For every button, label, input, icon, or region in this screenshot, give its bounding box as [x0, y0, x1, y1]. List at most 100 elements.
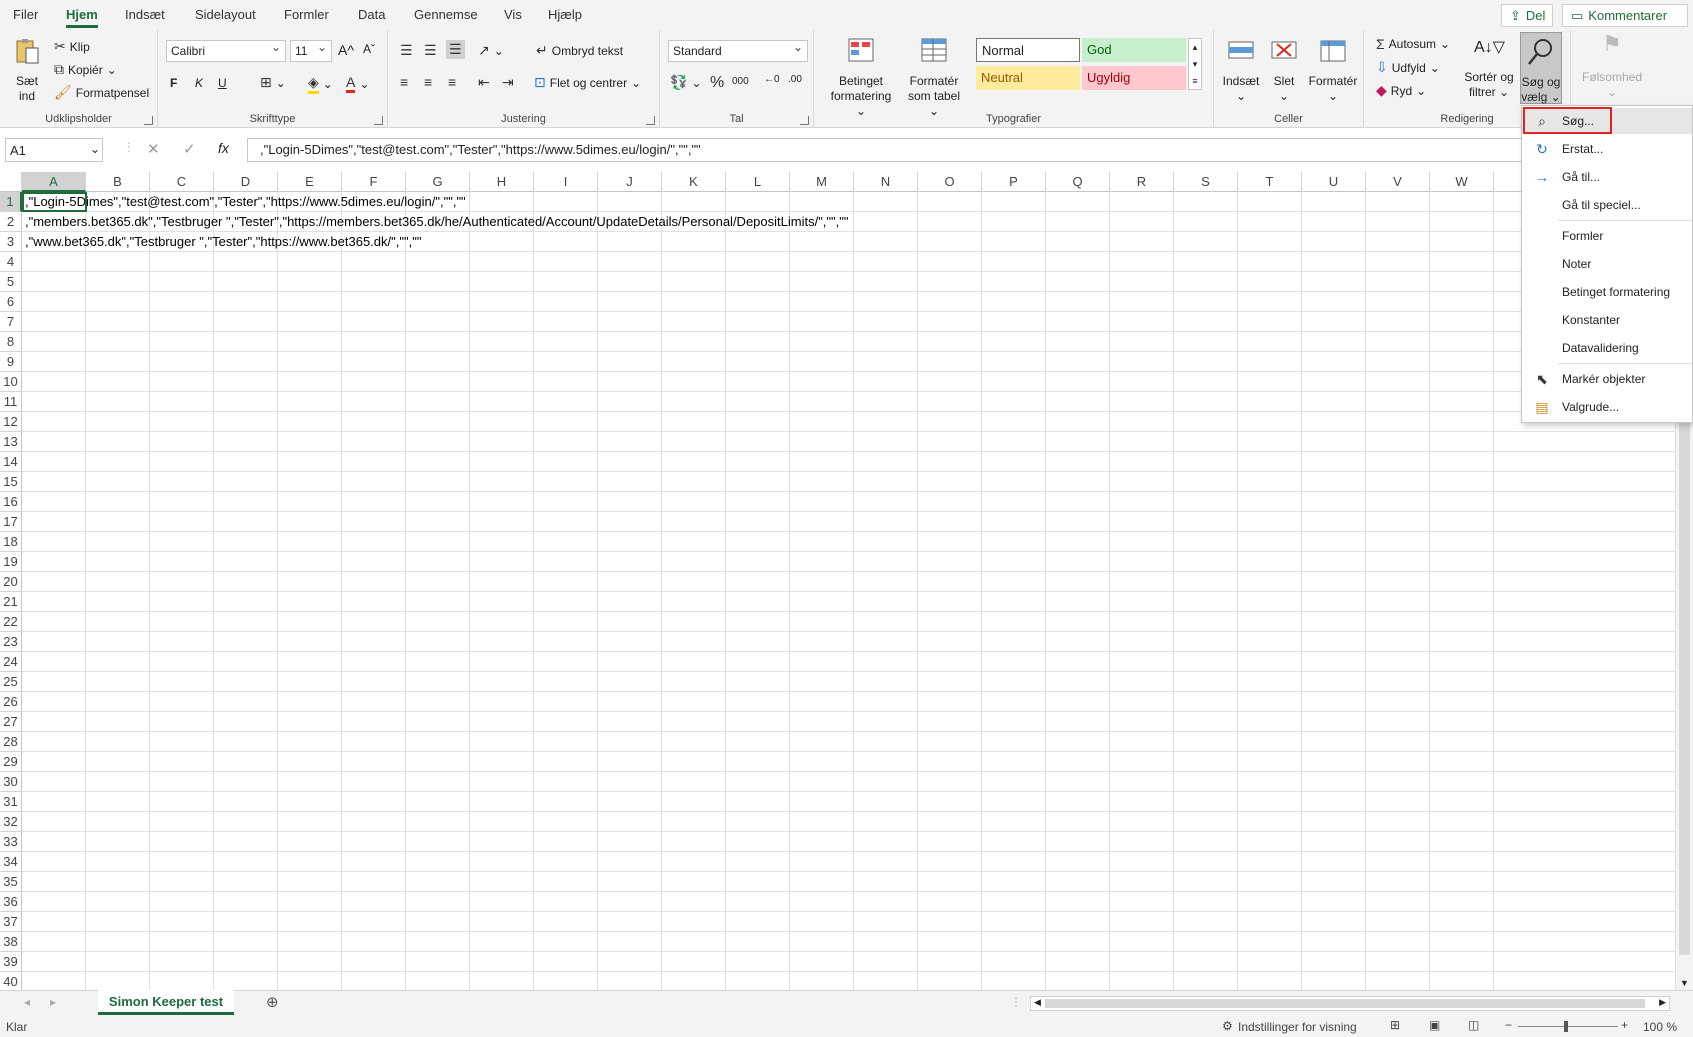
grow-font-button[interactable]: A^ [338, 42, 354, 58]
row-header-3[interactable]: 3 [0, 232, 22, 252]
menu-item-notes[interactable]: Noter [1522, 251, 1692, 277]
font-size-select[interactable]: 11 [290, 40, 332, 62]
row-header-22[interactable]: 22 [0, 612, 22, 632]
add-sheet-icon[interactable]: ⊕ [266, 993, 279, 1011]
italic-button[interactable]: K [195, 76, 203, 90]
style-normal[interactable]: Normal [976, 38, 1080, 62]
underline-button[interactable]: U [218, 76, 227, 90]
decrease-decimal-button[interactable]: .00 [788, 74, 802, 85]
column-header-s[interactable]: S [1174, 172, 1238, 192]
scroll-right-icon[interactable]: ▶ [1659, 997, 1666, 1008]
row-header-9[interactable]: 9 [0, 352, 22, 372]
column-header-h[interactable]: H [470, 172, 534, 192]
insert-cells-button[interactable]: Indsæt ⌄ [1220, 36, 1262, 104]
column-header-u[interactable]: U [1302, 172, 1366, 192]
font-launcher-icon[interactable] [374, 116, 383, 125]
style-bad[interactable]: Ugyldig [1082, 66, 1186, 90]
clipboard-launcher-icon[interactable] [144, 116, 153, 125]
normal-view-icon[interactable]: ⊞ [1390, 1018, 1400, 1032]
column-header-r[interactable]: R [1110, 172, 1174, 192]
vertical-scrollbar[interactable]: ▼ [1675, 410, 1693, 990]
styles-scroll[interactable]: ▴ ▾ ≡ [1188, 38, 1202, 90]
select-all-corner[interactable] [0, 172, 22, 192]
increase-indent-button[interactable]: ⇥ [502, 74, 514, 91]
align-middle-button[interactable]: ☰ [424, 42, 437, 59]
spreadsheet-grid[interactable]: ABCDEFGHIJKLMNOPQRSTUVW ,"Login-5Dimes",… [0, 172, 1675, 990]
row-header-6[interactable]: 6 [0, 292, 22, 312]
number-launcher-icon[interactable] [800, 116, 809, 125]
column-header-l[interactable]: L [726, 172, 790, 192]
row-header-29[interactable]: 29 [0, 752, 22, 772]
find-select-button[interactable]: Søg og vælg ⌄ [1520, 32, 1562, 104]
alignment-launcher-icon[interactable] [646, 116, 655, 125]
name-box[interactable]: A1 [5, 138, 103, 162]
row-header-24[interactable]: 24 [0, 652, 22, 672]
column-header-v[interactable]: V [1366, 172, 1430, 192]
cancel-icon[interactable]: ✕ [147, 140, 160, 158]
tab-hjaelp[interactable]: Hjælp [548, 7, 582, 22]
scroll-left-icon[interactable]: ◀ [1034, 997, 1041, 1008]
row-header-14[interactable]: 14 [0, 452, 22, 472]
column-header-n[interactable]: N [854, 172, 918, 192]
scroll-down-icon[interactable]: ▼ [1680, 978, 1689, 988]
align-right-button[interactable]: ≡ [448, 74, 456, 90]
tab-hjem[interactable]: Hjem [66, 7, 98, 28]
comments-button[interactable]: ▭ Kommentarer [1562, 4, 1688, 27]
sort-filter-button[interactable]: A↓▽ Sortér og filtrer ⌄ [1464, 36, 1514, 100]
row-header-19[interactable]: 19 [0, 552, 22, 572]
column-header-k[interactable]: K [662, 172, 726, 192]
column-header-d[interactable]: D [214, 172, 278, 192]
column-header-q[interactable]: Q [1046, 172, 1110, 192]
row-header-28[interactable]: 28 [0, 732, 22, 752]
tab-sidelayout[interactable]: Sidelayout [195, 7, 256, 22]
row-header-13[interactable]: 13 [0, 432, 22, 452]
horizontal-scroll-thumb[interactable] [1045, 999, 1645, 1008]
column-header-g[interactable]: G [406, 172, 470, 192]
orientation-button[interactable]: ↗ ⌄ [478, 42, 504, 59]
row-header-39[interactable]: 39 [0, 952, 22, 972]
share-button[interactable]: ⇪ Del [1501, 4, 1553, 27]
row-header-18[interactable]: 18 [0, 532, 22, 552]
row-header-5[interactable]: 5 [0, 272, 22, 292]
row-header-12[interactable]: 12 [0, 412, 22, 432]
copy-button[interactable]: ⧉ Kopiér ⌄ [54, 61, 117, 78]
tab-vis[interactable]: Vis [504, 7, 522, 22]
cell-a1[interactable]: ,"Login-5Dimes","test@test.com","Tester"… [25, 194, 466, 209]
row-header-7[interactable]: 7 [0, 312, 22, 332]
cut-button[interactable]: ✂ Klip [54, 38, 90, 55]
border-button[interactable]: ⊞ ⌄ [260, 74, 286, 91]
font-name-select[interactable]: Calibri [166, 40, 286, 62]
row-header-1[interactable]: 1 [0, 192, 22, 212]
menu-item-conditional-formatting[interactable]: Betinget formatering [1522, 279, 1692, 305]
align-top-button[interactable]: ☰ [400, 42, 413, 59]
column-header-p[interactable]: P [982, 172, 1046, 192]
row-header-10[interactable]: 10 [0, 372, 22, 392]
row-header-15[interactable]: 15 [0, 472, 22, 492]
horizontal-scrollbar[interactable]: ◀ ▶ [1030, 996, 1670, 1011]
row-header-17[interactable]: 17 [0, 512, 22, 532]
clear-button[interactable]: ◆ Ryd ⌄ [1376, 82, 1426, 99]
zoom-level[interactable]: 100 % [1643, 1020, 1677, 1034]
delete-cells-button[interactable]: Slet ⌄ [1266, 36, 1302, 104]
sheetbar-splitter-icon[interactable]: ⋮ [1010, 995, 1022, 1009]
cell-a2[interactable]: ,"members.bet365.dk","Testbruger ","Test… [25, 214, 849, 229]
font-color-button[interactable]: A ⌄ [346, 74, 369, 93]
format-cells-button[interactable]: Formatér ⌄ [1306, 36, 1360, 104]
paste-button[interactable]: Sæt ind [10, 36, 44, 104]
align-left-button[interactable]: ≡ [400, 74, 408, 90]
row-header-37[interactable]: 37 [0, 912, 22, 932]
thousands-button[interactable]: 000 [732, 76, 749, 87]
page-layout-icon[interactable]: ▣ [1429, 1018, 1440, 1032]
menu-item-select-objects[interactable]: ⬉ Markér objekter [1522, 366, 1692, 392]
menu-item-goto[interactable]: → Gå til... [1522, 164, 1692, 190]
row-header-2[interactable]: 2 [0, 212, 22, 232]
menu-item-data-validation[interactable]: Datavalidering [1522, 335, 1692, 361]
format-painter-button[interactable]: 🖌 Formatpensel [54, 84, 149, 101]
row-header-26[interactable]: 26 [0, 692, 22, 712]
column-header-t[interactable]: T [1238, 172, 1302, 192]
format-as-table-button[interactable]: Formatér som tabel ⌄ [902, 36, 966, 119]
row-header-40[interactable]: 40 [0, 972, 22, 990]
row-header-23[interactable]: 23 [0, 632, 22, 652]
tab-data[interactable]: Data [358, 7, 385, 22]
tab-gennemse[interactable]: Gennemse [414, 7, 478, 22]
